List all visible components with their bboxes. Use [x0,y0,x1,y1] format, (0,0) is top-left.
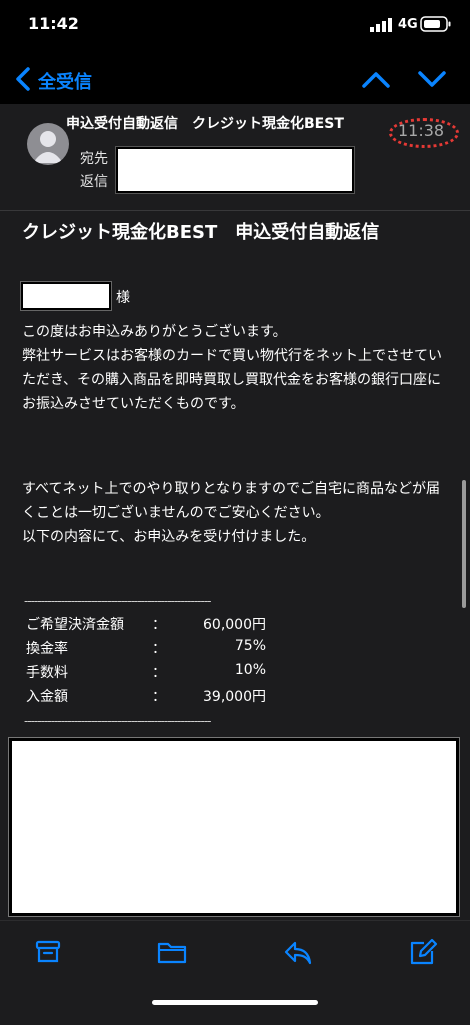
fee-value: 60,000円 [203,617,266,633]
chevron-left-icon[interactable] [14,66,32,92]
bottom-toolbar [0,920,470,1025]
reply-to-label: 返信 [80,174,108,190]
fee-colon: ： [152,617,166,633]
scrollbar[interactable] [462,480,466,608]
body-paragraph-2: すべてネット上でのやり取りとなりますのでご自宅に商品などが届くことは一切ございま… [22,481,441,545]
battery-icon [420,16,451,32]
redacted-name [20,281,112,311]
fee-label: 換金率 [26,641,68,657]
fee-colon: ： [152,689,166,705]
back-button[interactable]: 全受信 [38,68,92,94]
fee-row: 換金率 ： 75% [26,638,266,662]
body-paragraph-1: この度はお申込みありがとうございます。 弊社サービスはお客様のカードで買い物代行… [22,324,442,412]
avatar [27,123,69,165]
folder-icon[interactable] [157,938,187,966]
time-highlight-circle [389,118,459,148]
home-indicator[interactable] [152,1000,318,1005]
compose-icon[interactable] [408,938,438,966]
fee-label: 手数料 [26,665,68,681]
chevron-down-icon[interactable] [416,68,448,90]
archive-icon[interactable] [34,938,62,966]
divider-top: ----------------------------------------… [24,594,211,608]
network-type: 4G [398,17,418,32]
redacted-content [8,737,460,917]
redacted-recipient [115,146,355,194]
signal-icon [370,18,392,32]
email-subject: 申込受付自動返信 クレジット現金化BEST [66,116,344,132]
chevron-up-icon[interactable] [360,68,392,90]
fee-label: ご希望決済金額 [26,617,124,633]
person-icon [33,131,63,163]
divider-bottom: ----------------------------------------… [24,714,211,728]
fee-colon: ： [152,665,166,681]
reply-icon[interactable] [283,938,313,966]
honorific: 様 [116,290,130,306]
email-title: クレジット現金化BEST 申込受付自動返信 [22,222,380,243]
to-label: 宛先 [80,151,108,167]
fee-row: 入金額 ： 39,000円 [26,686,266,710]
status-time: 11:42 [28,14,79,33]
fee-value: 75% [234,638,266,654]
fee-row: 手数料 ： 10% [26,662,266,686]
fee-row: ご希望決済金額 ： 60,000円 [26,614,266,638]
fee-value: 39,000円 [203,689,266,705]
fee-colon: ： [152,641,166,657]
fee-value: 10% [234,662,266,678]
fee-label: 入金額 [26,689,68,705]
